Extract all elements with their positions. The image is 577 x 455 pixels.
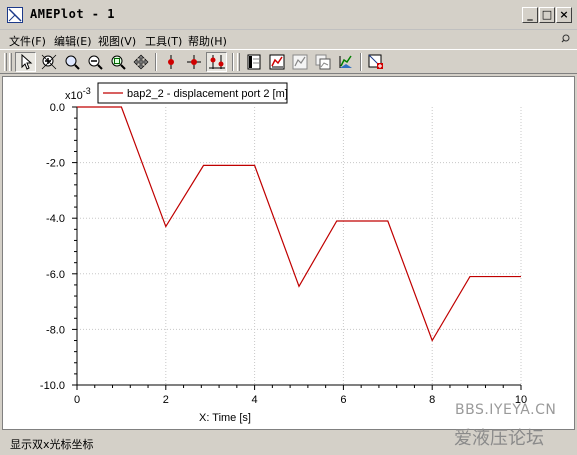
crosshair-icon[interactable] — [183, 52, 204, 72]
plot-canvas[interactable]: 0.0 -2.0 -4.0 -6.0 -8.0 -10.0 0 2 4 6 8 10 x10-3 X:… — [2, 76, 575, 430]
zoom-fit-icon[interactable] — [107, 52, 128, 72]
x-tick-label: 4 — [252, 394, 258, 406]
window-title: AMEPlot - 1 — [30, 7, 115, 21]
plot-template-icon[interactable] — [289, 52, 310, 72]
status-text: 显示双x光标坐标 — [10, 438, 94, 451]
zoom-in-icon[interactable] — [38, 52, 59, 72]
pointer-icon[interactable] — [15, 52, 36, 72]
toolbar-separator — [155, 53, 157, 71]
new-plot-icon[interactable] — [266, 52, 287, 72]
maximize-button[interactable]: □ — [539, 7, 555, 23]
x-axis-label: X: Time [s] — [199, 412, 251, 424]
toolbar-grip-3[interactable] — [237, 53, 240, 71]
status-bar: 显示双x光标坐标 — [0, 432, 577, 455]
y-tick-label: -4.0 — [46, 213, 65, 225]
toolbar — [0, 49, 577, 74]
y-tick-label: -8.0 — [46, 324, 65, 336]
y-axis-multiplier-exponent: -3 — [83, 86, 91, 96]
dual-cursor-icon[interactable] — [206, 52, 227, 72]
x-tick-label: 6 — [340, 394, 346, 406]
legend-label: bap2_2 - displacement port 2 [m] — [127, 88, 288, 100]
menu-edit[interactable]: 编辑(E) — [54, 33, 92, 49]
close-button[interactable]: × — [556, 7, 572, 23]
y-tick-label: -6.0 — [46, 269, 65, 281]
x-tick-label: 2 — [163, 394, 169, 406]
menu-file[interactable]: 文件(F) — [9, 33, 46, 49]
toolbar-separator — [360, 53, 362, 71]
plot-layout-icon[interactable] — [243, 52, 264, 72]
x-tick-label: 8 — [429, 394, 435, 406]
3d-plot-icon[interactable] — [335, 52, 356, 72]
marker-icon[interactable] — [160, 52, 181, 72]
zoom-box-icon[interactable] — [61, 52, 82, 72]
axis-ticks: 0.0-2.0-4.0-6.0-8.0-10.00 2 4 6 8 10 — [40, 102, 527, 406]
toolbar-grip[interactable] — [4, 53, 7, 71]
ameplot-app-icon — [7, 7, 23, 23]
y-tick-label: -10.0 — [40, 380, 65, 392]
series-line[interactable] — [77, 106, 521, 342]
chart-axes — [76, 107, 521, 386]
y-tick-label: -2.0 — [46, 158, 65, 170]
grid-lines — [77, 107, 522, 386]
menu-tools[interactable]: 工具(T) — [145, 33, 182, 49]
pan-icon[interactable] — [130, 52, 151, 72]
chart-svg[interactable]: 0.0-2.0-4.0-6.0-8.0-10.00 2 4 6 8 10 x10-3 X:… — [3, 77, 574, 429]
pin-icon[interactable] — [560, 33, 571, 47]
copy-plot-icon[interactable] — [312, 52, 333, 72]
y-axis-multiplier: x10-3 — [65, 86, 91, 102]
y-axis-multiplier-base: x10 — [65, 90, 83, 102]
y-tick-label: 0.0 — [50, 102, 65, 114]
series-lines[interactable] — [77, 106, 521, 342]
minimize-button[interactable]: _ — [522, 7, 538, 23]
export-plot-icon[interactable] — [365, 52, 386, 72]
zoom-out-icon[interactable] — [84, 52, 105, 72]
watermark-url: BBS.IYEYA.CN — [455, 402, 557, 418]
toolbar-separator — [232, 53, 234, 71]
menu-view[interactable]: 视图(V) — [98, 33, 136, 49]
legend[interactable]: bap2_2 - displacement port 2 [m] — [97, 82, 288, 104]
menu-bar: 文件(F) 编辑(E) 视图(V) 工具(T) 帮助(H) — [0, 31, 577, 49]
toolbar-grip-2[interactable] — [9, 53, 12, 71]
x-tick-label: 0 — [74, 394, 80, 406]
menu-help[interactable]: 帮助(H) — [188, 33, 227, 49]
title-bar: AMEPlot - 1 _ □ × — [0, 0, 577, 30]
